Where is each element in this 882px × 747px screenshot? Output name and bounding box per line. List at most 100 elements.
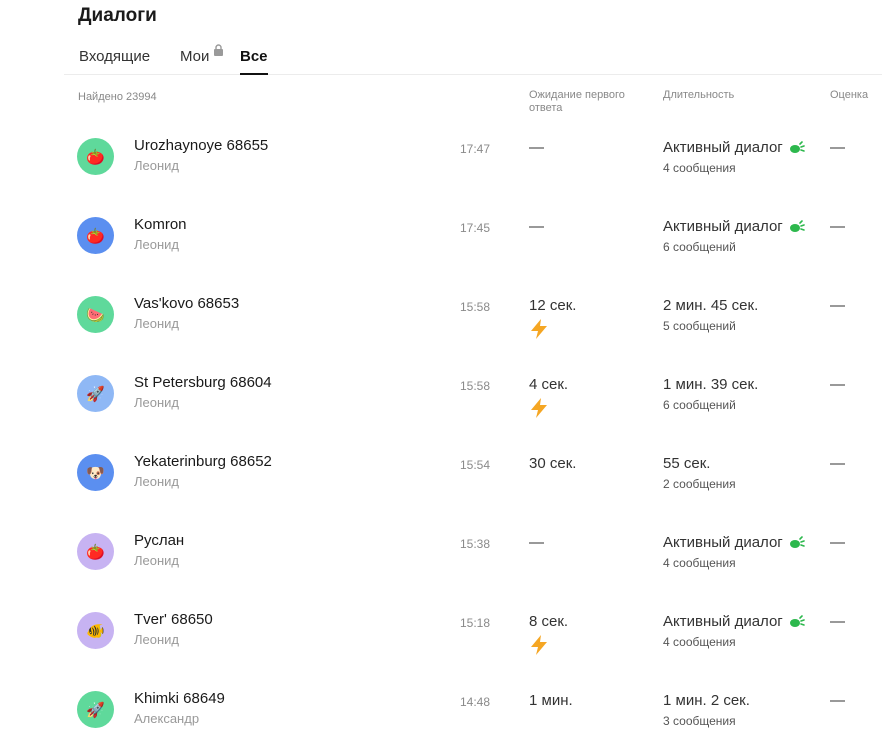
avatar: 🍅 (77, 533, 114, 570)
tomato-icon: 🍅 (86, 226, 105, 245)
fish-icon: 🐠 (86, 621, 105, 640)
tab-incoming[interactable]: Входящие (79, 48, 150, 65)
duration-text: 55 сек. (663, 455, 711, 472)
dialog-row[interactable]: 🍅 Urozhaynoye 68655 Леонид 17:47 — Активный д… (64, 115, 882, 194)
column-header-wait[interactable]: Ожидание первого ответа (529, 89, 639, 115)
dialog-row[interactable]: 🚀 St Petersburg 68604 Леонид 15:58 4 сек. 1 м… (64, 352, 882, 431)
avatar: 🚀 (77, 375, 114, 412)
operator-name: Леонид (134, 395, 180, 410)
message-count: 4 сообщения (663, 635, 736, 649)
lightning-icon (531, 319, 547, 339)
watermelon-icon: 🍉 (86, 305, 105, 324)
dialog-time: 15:58 (460, 379, 491, 393)
page-title: Диалоги (78, 5, 157, 26)
rating: — (830, 613, 845, 630)
message-count: 2 сообщения (663, 477, 736, 491)
duration-text: Активный диалог (663, 613, 783, 630)
operator-name: Леонид (134, 158, 180, 173)
rating: — (830, 455, 845, 472)
operator-name: Леонид (134, 553, 180, 568)
avatar: 🚀 (77, 691, 114, 728)
operator-name: Леонид (134, 316, 180, 331)
dialog-name: Yekaterinburg 68652 (134, 453, 272, 470)
wait-time: 30 сек. (529, 455, 577, 472)
dialog-time: 14:48 (460, 695, 491, 709)
rating: — (830, 376, 845, 393)
rocket-icon: 🚀 (86, 700, 105, 719)
operator-name: Леонид (134, 474, 180, 489)
tab-mine[interactable]: Мои (180, 48, 209, 65)
wait-time: 12 сек. (529, 297, 577, 314)
duration-text: 1 мин. 2 сек. (663, 692, 750, 709)
dialog-name: St Petersburg 68604 (134, 374, 272, 391)
dialog-row[interactable]: 🚀 Khimki 68649 Александр 14:48 1 мин. 1 мин. … (64, 668, 882, 747)
duration-text: 2 мин. 45 сек. (663, 297, 759, 314)
duration: 1 мин. 39 сек. (663, 376, 758, 393)
duration: 1 мин. 2 сек. (663, 692, 750, 709)
wait-time: — (529, 218, 544, 235)
dialog-name: Tver' 68650 (134, 611, 213, 628)
message-count: 5 сообщений (663, 319, 736, 333)
dog-icon: 🐶 (86, 463, 105, 482)
avatar: 🍉 (77, 296, 114, 333)
duration: Активный диалог (663, 218, 805, 235)
dialog-time: 15:38 (460, 537, 491, 551)
active-dialog-icon (790, 536, 805, 548)
dialog-time: 15:54 (460, 458, 491, 472)
dialog-row[interactable]: 🍉 Vas'kovo 68653 Леонид 15:58 12 сек. 2 мин. … (64, 273, 882, 352)
message-count: 4 сообщения (663, 161, 736, 175)
operator-name: Леонид (134, 632, 180, 647)
dialog-name: Komron (134, 216, 187, 233)
tomato-icon: 🍅 (86, 147, 105, 166)
lightning-icon (531, 635, 547, 655)
column-header-duration[interactable]: Длительность (663, 89, 734, 102)
duration: Активный диалог (663, 534, 805, 551)
dialog-time: 17:45 (460, 221, 491, 235)
dialog-name: Khimki 68649 (134, 690, 225, 707)
dialog-row[interactable]: 🍅 Руслан Леонид 15:38 — Активный диалог 4 сооб… (64, 510, 882, 589)
dialog-row[interactable]: 🐶 Yekaterinburg 68652 Леонид 15:54 30 сек. 55… (64, 431, 882, 510)
active-dialog-icon (790, 220, 805, 232)
duration: 55 сек. (663, 455, 710, 472)
dialog-time: 15:58 (460, 300, 491, 314)
duration: Активный диалог (663, 139, 805, 156)
rating: — (830, 692, 845, 709)
found-count: Найдено 23994 (78, 91, 157, 103)
lightning-icon (531, 398, 547, 418)
active-dialog-icon (790, 615, 805, 627)
rocket-icon: 🚀 (86, 384, 105, 403)
duration-text: Активный диалог (663, 534, 783, 551)
tabs: Входящие Мои Все (64, 40, 882, 75)
wait-time: 4 сек. (529, 376, 569, 393)
rating: — (830, 139, 845, 156)
dialog-time: 17:47 (460, 142, 491, 156)
message-count: 6 сообщений (663, 398, 736, 412)
rating: — (830, 534, 845, 551)
rating: — (830, 218, 845, 235)
message-count: 3 сообщения (663, 714, 736, 728)
tomato-icon: 🍅 (86, 542, 105, 561)
avatar: 🍅 (77, 217, 114, 254)
dialog-name: Руслан (134, 532, 185, 549)
message-count: 6 сообщений (663, 240, 736, 254)
column-header-rating[interactable]: Оценка (830, 89, 868, 102)
duration-text: Активный диалог (663, 218, 783, 235)
dialog-name: Urozhaynoye 68655 (134, 137, 269, 154)
duration: Активный диалог (663, 613, 805, 630)
wait-time: 1 мин. (529, 692, 573, 709)
wait-time: — (529, 534, 544, 551)
lock-icon (214, 44, 223, 56)
wait-time: — (529, 139, 544, 156)
avatar: 🐶 (77, 454, 114, 491)
dialog-time: 15:18 (460, 616, 491, 630)
dialog-row[interactable]: 🍅 Komron Леонид 17:45 — Активный диалог 6 сооб… (64, 194, 882, 273)
wait-time: 8 сек. (529, 613, 569, 630)
dialog-row[interactable]: 🐠 Tver' 68650 Леонид 15:18 8 сек. Активный ди… (64, 589, 882, 668)
message-count: 4 сообщения (663, 556, 736, 570)
duration-text: 1 мин. 39 сек. (663, 376, 759, 393)
operator-name: Леонид (134, 237, 180, 252)
tab-all[interactable]: Все (240, 48, 268, 75)
operator-name: Александр (134, 711, 200, 726)
active-dialog-icon (790, 141, 805, 153)
duration: 2 мин. 45 сек. (663, 297, 758, 314)
